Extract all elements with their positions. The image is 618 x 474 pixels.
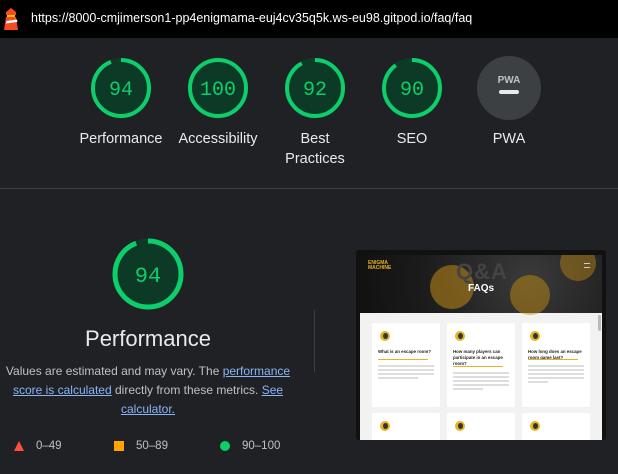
square-icon (114, 441, 124, 451)
gauge-ring-accessibility: 100 (188, 58, 248, 118)
faq-icon (530, 331, 540, 341)
faq-card (522, 413, 590, 440)
page-screenshot-thumbnail[interactable]: Q&A ENIGMA MACHINE FAQs What is an escap… (356, 250, 606, 440)
screenshot-hero: Q&A ENIGMA MACHINE FAQs (360, 255, 602, 315)
gauge-score: 94 (109, 79, 133, 102)
faq-card: How long does an escape room game last? (522, 323, 590, 407)
menu-icon (584, 263, 590, 268)
screenshot-page: Q&A ENIGMA MACHINE FAQs What is an escap… (360, 255, 602, 440)
faq-icon (380, 421, 390, 431)
lighthouse-logo-icon (4, 8, 18, 30)
hero-bg-text: Q&A (456, 259, 508, 284)
vertical-divider (314, 310, 315, 372)
pwa-badge-icon: PWA (477, 56, 541, 120)
gauge-best-practices[interactable]: 92 Best Practices (260, 56, 370, 169)
gauge-seo[interactable]: 90 SEO (357, 56, 467, 149)
circle-icon (220, 441, 230, 451)
performance-gauge-large: 94 (0, 236, 296, 312)
gauge-ring-performance: 94 (91, 58, 151, 118)
score-gauges: 94 Performance 100 Accessibility 92 Best… (0, 38, 618, 188)
faq-icon (380, 331, 390, 341)
gauge-score: 92 (303, 79, 327, 102)
gauge-ring-best-practices: 92 (285, 58, 345, 118)
performance-description: Values are estimated and may vary. The p… (0, 362, 296, 419)
faq-question: How many players can participate in an e… (453, 349, 503, 366)
desc-text: directly from these metrics. (111, 383, 262, 397)
hero-title: FAQs (467, 283, 495, 294)
faq-card: What is an escape room? (372, 323, 440, 407)
gauge-label: SEO (396, 131, 428, 147)
scrollbar (598, 315, 601, 331)
triangle-icon (14, 441, 24, 451)
url-text: https://8000-cmjimerson1-pp4enigmama-euj… (31, 11, 473, 25)
faq-card (372, 413, 440, 440)
hero-decoration (510, 275, 550, 315)
gauge-score: 100 (200, 79, 236, 102)
performance-title: Performance (85, 326, 211, 351)
faq-question: What is an escape room? (378, 349, 431, 354)
faq-icon (455, 331, 465, 341)
legend-fail: 0–49 (14, 440, 62, 452)
faq-icon (455, 421, 465, 431)
legend-average-label: 50–89 (136, 440, 168, 452)
gauge-ring-seo: 90 (382, 58, 442, 118)
svg-text:PWA: PWA (498, 75, 521, 86)
gauge-pwa[interactable]: PWA PWA (454, 56, 564, 149)
legend-average: 50–89 (114, 440, 168, 452)
gauge-ring-large: 94 (112, 238, 184, 310)
gauge-accessibility[interactable]: 100 Accessibility (163, 56, 273, 149)
legend-pass-label: 90–100 (242, 440, 281, 452)
legend-fail-label: 0–49 (36, 440, 62, 452)
gauge-label: Performance (79, 131, 163, 147)
site-logo: ENIGMA MACHINE (368, 260, 392, 271)
legend-pass: 90–100 (220, 440, 280, 452)
gauge-performance[interactable]: 94 Performance (66, 56, 176, 149)
gauge-label: PWA (492, 131, 526, 147)
browser-bar: https://8000-cmjimerson1-pp4enigmama-euj… (0, 0, 618, 38)
gauge-label: Accessibility (178, 131, 258, 147)
faq-card: How many players can participate in an e… (447, 323, 515, 407)
hero-decoration (560, 255, 596, 281)
gauge-score: 90 (400, 79, 424, 102)
gauge-label: Best Practices (285, 131, 345, 167)
section-divider (0, 188, 618, 189)
desc-text: Values are estimated and may vary. The (5, 364, 223, 378)
faq-icon (530, 421, 540, 431)
faq-card (447, 413, 515, 440)
performance-score: 94 (135, 264, 161, 289)
